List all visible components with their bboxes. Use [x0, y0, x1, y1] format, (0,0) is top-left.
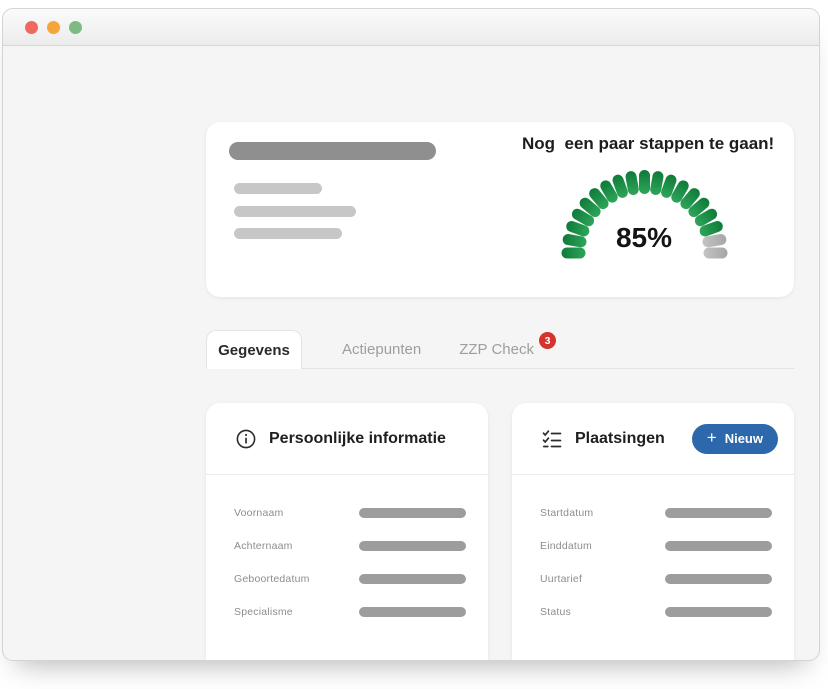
- field-label: Achternaam: [234, 540, 293, 552]
- field-row: Einddatum: [540, 529, 772, 562]
- skeleton-title-bar: [229, 142, 436, 160]
- field-label: Startdatum: [540, 507, 593, 519]
- zoom-button[interactable]: [69, 21, 82, 34]
- card-body: Startdatum Einddatum Uurtarief Status: [512, 475, 794, 628]
- card-title: Persoonlijke informatie: [269, 430, 446, 448]
- field-row: Specialisme: [234, 595, 466, 628]
- value-placeholder: [665, 574, 772, 584]
- close-button[interactable]: [25, 21, 38, 34]
- field-row: Achternaam: [234, 529, 466, 562]
- profile-summary-card: Nog een paar stappen te gaan! 85%: [206, 122, 794, 297]
- cards-row: Persoonlijke informatie Voornaam Achtern…: [206, 403, 794, 661]
- gauge-segment-filled: [639, 170, 650, 194]
- tab-gegevens[interactable]: Gegevens: [206, 330, 302, 369]
- value-placeholder: [665, 508, 772, 518]
- field-row: Startdatum: [540, 496, 772, 529]
- value-placeholder: [359, 508, 466, 518]
- field-row: Status: [540, 595, 772, 628]
- tab-label: ZZP Check: [459, 341, 534, 358]
- plus-icon: +: [707, 429, 717, 446]
- card-body: Voornaam Achternaam Geboortedatum Specia…: [206, 475, 488, 628]
- value-placeholder: [359, 607, 466, 617]
- field-label: Geboortedatum: [234, 573, 310, 585]
- gauge-value: 85%: [522, 222, 766, 254]
- progress-gauge-area: Nog een paar stappen te gaan! 85%: [522, 122, 766, 297]
- gauge-segment-empty: [703, 248, 727, 259]
- page-content: Nog een paar stappen te gaan! 85% Gegeve…: [3, 46, 819, 660]
- tab-label: Gegevens: [218, 342, 290, 359]
- new-placement-button[interactable]: + Nieuw: [692, 424, 778, 454]
- value-placeholder: [359, 574, 466, 584]
- info-icon: [236, 429, 256, 449]
- tab-actiepunten[interactable]: Actiepunten: [342, 330, 421, 369]
- value-placeholder: [665, 607, 772, 617]
- personal-info-card: Persoonlijke informatie Voornaam Achtern…: [206, 403, 488, 661]
- skeleton-line: [234, 206, 356, 217]
- placements-card: Plaatsingen + Nieuw Startdatum Einddatum: [512, 403, 794, 661]
- tab-bar: Gegevens Actiepunten ZZP Check 3: [206, 330, 551, 369]
- progress-gauge: 85%: [522, 122, 766, 297]
- app-window: Nog een paar stappen te gaan! 85% Gegeve…: [2, 8, 820, 661]
- tab-label: Actiepunten: [342, 341, 421, 358]
- field-label: Status: [540, 606, 571, 618]
- value-placeholder: [665, 541, 772, 551]
- skeleton-line: [234, 228, 342, 239]
- field-row: Voornaam: [234, 496, 466, 529]
- checklist-icon: [542, 429, 562, 449]
- field-label: Specialisme: [234, 606, 293, 618]
- gauge-segment-filled: [561, 248, 585, 259]
- value-placeholder: [359, 541, 466, 551]
- field-row: Geboortedatum: [234, 562, 466, 595]
- window-titlebar[interactable]: [3, 9, 819, 46]
- field-label: Uurtarief: [540, 573, 582, 585]
- new-button-label: Nieuw: [725, 431, 763, 446]
- tab-zzp-check[interactable]: ZZP Check 3: [459, 330, 551, 369]
- field-row: Uurtarief: [540, 562, 772, 595]
- field-label: Voornaam: [234, 507, 283, 519]
- minimize-button[interactable]: [47, 21, 60, 34]
- field-label: Einddatum: [540, 540, 592, 552]
- card-header: Plaatsingen + Nieuw: [512, 403, 794, 475]
- card-title: Plaatsingen: [575, 430, 665, 448]
- notification-badge: 3: [539, 332, 556, 349]
- skeleton-line: [234, 183, 322, 194]
- card-header: Persoonlijke informatie: [206, 403, 488, 475]
